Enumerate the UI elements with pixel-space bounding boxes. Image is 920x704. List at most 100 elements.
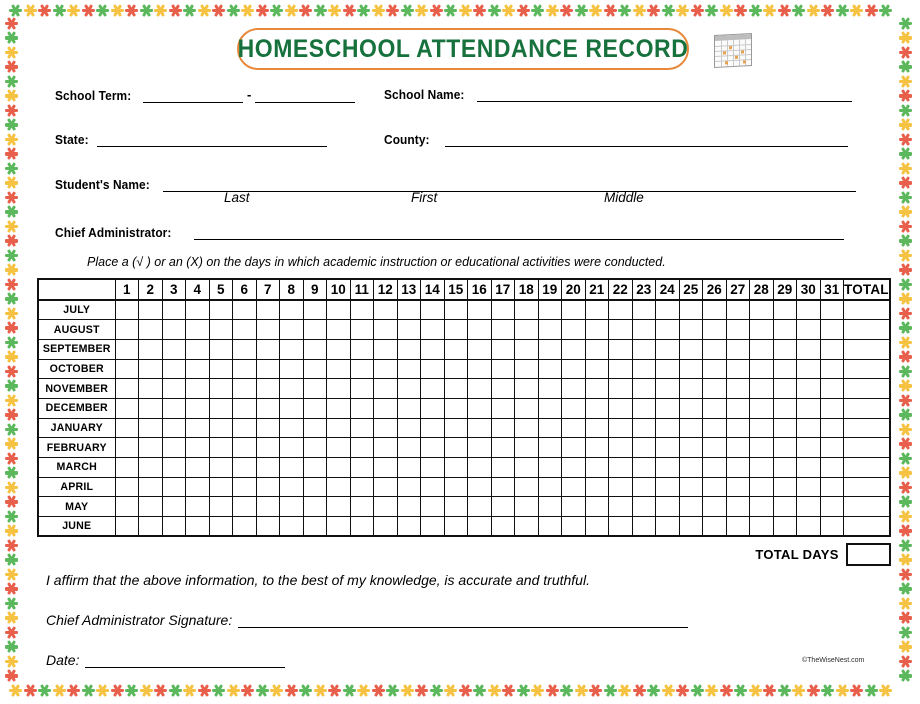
- attendance-cell[interactable]: [608, 397, 633, 419]
- attendance-cell[interactable]: [514, 397, 539, 419]
- attendance-cell[interactable]: [302, 476, 327, 498]
- school-name-input[interactable]: [476, 88, 852, 102]
- attendance-cell[interactable]: [490, 496, 515, 518]
- attendance-cell[interactable]: [255, 378, 280, 399]
- attendance-cell[interactable]: [302, 378, 327, 399]
- attendance-cell[interactable]: [443, 457, 468, 478]
- attendance-cell[interactable]: [279, 397, 304, 419]
- attendance-cell[interactable]: [608, 338, 633, 360]
- attendance-cell[interactable]: [584, 417, 609, 439]
- attendance-cell[interactable]: [725, 299, 750, 321]
- attendance-cell[interactable]: [514, 516, 539, 537]
- attendance-cell[interactable]: [349, 378, 374, 399]
- attendance-cell[interactable]: [161, 496, 186, 518]
- attendance-cell[interactable]: [161, 417, 186, 439]
- attendance-cell[interactable]: [420, 378, 445, 399]
- attendance-cell[interactable]: [443, 417, 468, 439]
- attendance-cell[interactable]: [678, 358, 703, 380]
- attendance-cell[interactable]: [373, 417, 398, 439]
- attendance-cell[interactable]: [396, 358, 421, 380]
- attendance-cell[interactable]: [655, 496, 680, 518]
- attendance-cell[interactable]: [608, 358, 633, 380]
- attendance-cell[interactable]: [584, 338, 609, 360]
- attendance-cell[interactable]: [561, 299, 586, 321]
- attendance-cell[interactable]: [467, 338, 492, 360]
- attendance-cell[interactable]: [185, 299, 210, 321]
- attendance-cell[interactable]: [114, 397, 139, 419]
- attendance-cell[interactable]: [655, 338, 680, 360]
- attendance-cell[interactable]: [467, 417, 492, 439]
- attendance-cell[interactable]: [655, 417, 680, 439]
- attendance-cell[interactable]: [749, 496, 774, 518]
- attendance-cell[interactable]: [772, 299, 797, 321]
- month-total-cell[interactable]: [842, 319, 891, 340]
- attendance-cell[interactable]: [467, 437, 492, 458]
- attendance-cell[interactable]: [373, 358, 398, 380]
- attendance-cell[interactable]: [420, 476, 445, 498]
- attendance-cell[interactable]: [185, 397, 210, 419]
- attendance-cell[interactable]: [255, 299, 280, 321]
- attendance-cell[interactable]: [326, 299, 351, 321]
- attendance-cell[interactable]: [678, 319, 703, 340]
- attendance-cell[interactable]: [608, 516, 633, 537]
- attendance-cell[interactable]: [396, 437, 421, 458]
- attendance-cell[interactable]: [302, 437, 327, 458]
- attendance-cell[interactable]: [138, 397, 163, 419]
- attendance-cell[interactable]: [749, 378, 774, 399]
- attendance-cell[interactable]: [537, 496, 562, 518]
- attendance-cell[interactable]: [631, 319, 656, 340]
- attendance-cell[interactable]: [796, 319, 821, 340]
- attendance-cell[interactable]: [279, 516, 304, 537]
- attendance-cell[interactable]: [114, 516, 139, 537]
- attendance-cell[interactable]: [678, 437, 703, 458]
- attendance-cell[interactable]: [725, 338, 750, 360]
- attendance-cell[interactable]: [772, 476, 797, 498]
- attendance-cell[interactable]: [138, 417, 163, 439]
- attendance-cell[interactable]: [467, 299, 492, 321]
- attendance-cell[interactable]: [138, 457, 163, 478]
- attendance-cell[interactable]: [114, 338, 139, 360]
- attendance-cell[interactable]: [161, 319, 186, 340]
- attendance-cell[interactable]: [772, 319, 797, 340]
- attendance-cell[interactable]: [279, 457, 304, 478]
- attendance-cell[interactable]: [161, 457, 186, 478]
- school-term-field[interactable]: School Term: -: [55, 87, 356, 103]
- attendance-cell[interactable]: [138, 358, 163, 380]
- attendance-cell[interactable]: [490, 299, 515, 321]
- attendance-cell[interactable]: [138, 319, 163, 340]
- month-total-cell[interactable]: [842, 358, 891, 380]
- signature-field[interactable]: Chief Administrator Signature:: [46, 612, 689, 628]
- attendance-cell[interactable]: [655, 299, 680, 321]
- attendance-cell[interactable]: [396, 338, 421, 360]
- attendance-cell[interactable]: [631, 338, 656, 360]
- attendance-cell[interactable]: [373, 516, 398, 537]
- attendance-cell[interactable]: [796, 457, 821, 478]
- attendance-cell[interactable]: [772, 496, 797, 518]
- month-total-cell[interactable]: [842, 338, 891, 360]
- attendance-cell[interactable]: [819, 417, 844, 439]
- attendance-cell[interactable]: [749, 516, 774, 537]
- state-field[interactable]: State:: [55, 132, 328, 147]
- attendance-cell[interactable]: [232, 358, 257, 380]
- attendance-cell[interactable]: [302, 319, 327, 340]
- attendance-cell[interactable]: [232, 417, 257, 439]
- attendance-cell[interactable]: [161, 358, 186, 380]
- attendance-cell[interactable]: [561, 457, 586, 478]
- attendance-cell[interactable]: [537, 457, 562, 478]
- attendance-cell[interactable]: [537, 378, 562, 399]
- month-total-cell[interactable]: [842, 457, 891, 478]
- attendance-cell[interactable]: [326, 319, 351, 340]
- attendance-cell[interactable]: [138, 299, 163, 321]
- attendance-cell[interactable]: [208, 397, 233, 419]
- attendance-cell[interactable]: [514, 338, 539, 360]
- attendance-cell[interactable]: [467, 319, 492, 340]
- attendance-cell[interactable]: [326, 417, 351, 439]
- attendance-cell[interactable]: [584, 476, 609, 498]
- attendance-cell[interactable]: [185, 457, 210, 478]
- attendance-cell[interactable]: [561, 358, 586, 380]
- attendance-cell[interactable]: [326, 358, 351, 380]
- attendance-cell[interactable]: [443, 378, 468, 399]
- attendance-cell[interactable]: [185, 417, 210, 439]
- attendance-cell[interactable]: [537, 417, 562, 439]
- attendance-cell[interactable]: [514, 437, 539, 458]
